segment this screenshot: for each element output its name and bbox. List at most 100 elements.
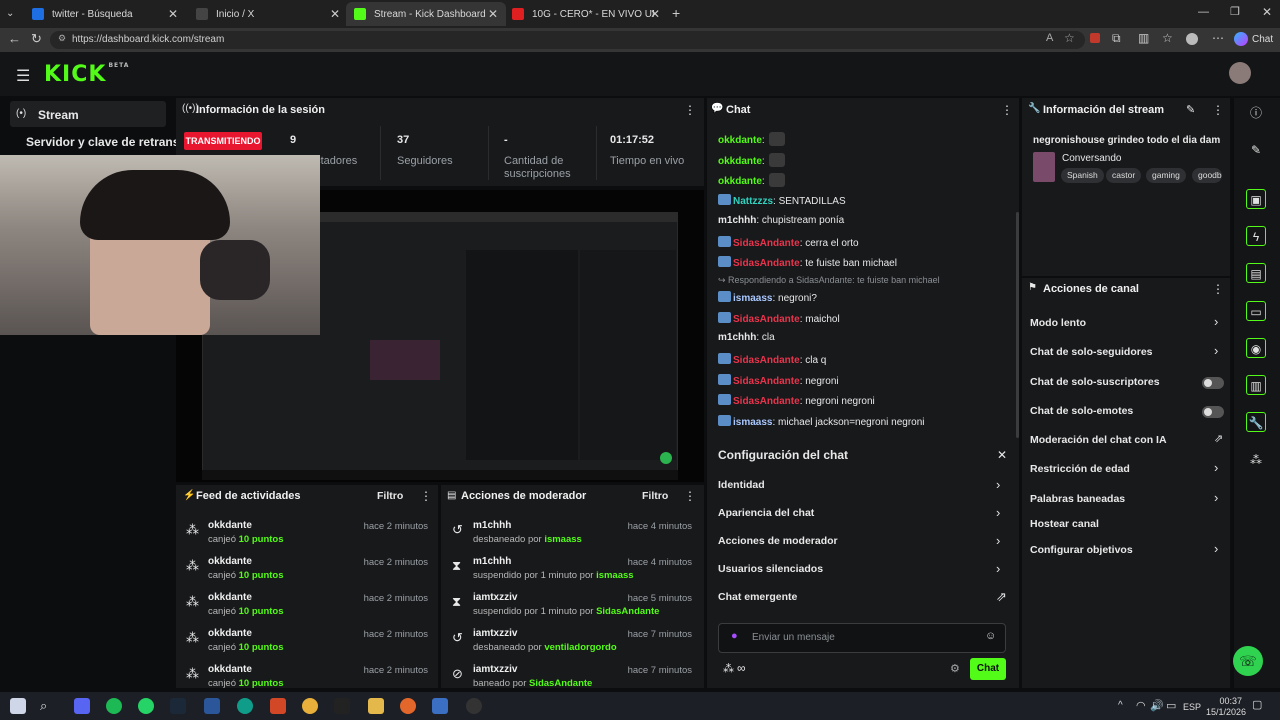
external-link-icon[interactable]: ⇗ <box>1214 432 1223 445</box>
taskbar-app-icon[interactable] <box>432 698 448 714</box>
mod-by-user[interactable]: SidasAndante <box>529 678 592 689</box>
mod-by-user[interactable]: ventiladorgordo <box>544 642 616 653</box>
chat-config-item[interactable]: Identidad <box>718 479 765 491</box>
chat-username[interactable]: Nattzzzs <box>733 196 773 207</box>
channel-actions-more-icon[interactable]: ⋮ <box>1212 282 1224 296</box>
search-icon[interactable]: ⌕ <box>40 698 47 714</box>
channel-action-6[interactable]: Palabras baneadas <box>1030 493 1125 505</box>
mod-target-user[interactable]: m1chhh <box>473 556 511 567</box>
session-more-icon[interactable]: ⋮ <box>684 103 696 117</box>
reload-icon[interactable]: ↻ <box>31 31 42 47</box>
powerpoint-icon[interactable] <box>270 698 286 714</box>
channel-action-2[interactable]: Chat de solo-suscriptores <box>1030 376 1160 388</box>
chat-config-item[interactable]: Usuarios silenciados <box>718 563 823 575</box>
chevron-right-icon[interactable]: › <box>1214 343 1218 358</box>
chat-username[interactable]: okkdante <box>718 156 762 167</box>
activity-filter-button[interactable]: Filtro <box>377 490 403 502</box>
chevron-right-icon[interactable]: › <box>1214 541 1218 556</box>
tab-x-home[interactable]: Inicio / X ✕ <box>188 2 348 26</box>
mod-by-user[interactable]: ismaass <box>544 534 582 545</box>
mod-more-icon[interactable]: ⋮ <box>684 489 696 503</box>
collections-icon[interactable]: ☆ <box>1162 31 1173 45</box>
channel-action-0[interactable]: Modo lento <box>1030 317 1086 329</box>
send-chat-button[interactable]: Chat <box>970 658 1006 680</box>
activity-user[interactable]: okkdante <box>208 520 252 531</box>
edge-icon[interactable] <box>237 698 253 714</box>
chat-username[interactable]: okkdante <box>718 176 762 187</box>
broadcast-rail-icon[interactable]: ◉ <box>1246 338 1266 358</box>
chevron-right-icon[interactable]: › <box>1214 460 1218 475</box>
new-tab-icon[interactable]: + <box>672 5 680 21</box>
channel-action-4[interactable]: Moderación del chat con IA <box>1030 434 1167 446</box>
tab-kick-dashboard[interactable]: Stream - Kick Dashboard ✕ <box>346 2 506 26</box>
mod-filter-button[interactable]: Filtro <box>642 490 668 502</box>
tab-list-chevron-icon[interactable]: ⌄ <box>6 8 14 19</box>
tray-chevron-icon[interactable]: ^ <box>1118 700 1123 711</box>
battery-icon[interactable]: ▭ <box>1166 699 1176 712</box>
favorite-star-icon[interactable]: ☆ <box>1064 31 1075 45</box>
close-tab-icon[interactable]: ✕ <box>650 7 660 21</box>
chevron-right-icon[interactable]: › <box>996 561 1000 576</box>
obs-icon[interactable] <box>466 698 482 714</box>
clock-time[interactable]: 00:37 <box>1206 696 1242 706</box>
external-link-icon[interactable]: ⇗ <box>996 589 1007 605</box>
sidebar-item-stream[interactable] <box>10 101 166 127</box>
support-chat-icon[interactable]: ☏ <box>1233 646 1263 676</box>
chat-username[interactable]: okkdante <box>718 135 762 146</box>
copilot-icon[interactable] <box>1234 32 1248 46</box>
profile-avatar[interactable] <box>1186 33 1198 45</box>
chat-config-item[interactable]: Apariencia del chat <box>718 507 814 519</box>
sidebar-stream-key-label[interactable]: Servidor y clave de retransmisión <box>26 135 176 149</box>
chat-config-item[interactable]: Acciones de moderador <box>718 535 838 547</box>
tab-twitter-search[interactable]: twitter - Búsqueda ✕ <box>24 2 186 26</box>
extension-icon[interactable] <box>1090 33 1100 43</box>
chat-config-item[interactable]: Chat emergente <box>718 591 797 603</box>
chevron-right-icon[interactable]: › <box>1214 314 1218 329</box>
mod-target-user[interactable]: iamtxzziv <box>473 592 517 603</box>
start-icon[interactable] <box>10 698 26 714</box>
close-window-icon[interactable]: ✕ <box>1262 5 1272 19</box>
info-icon[interactable]: ⓘ <box>1246 103 1266 123</box>
chat-rail-icon[interactable]: ▭ <box>1246 301 1266 321</box>
document-icon[interactable]: ▤ <box>1246 263 1266 283</box>
mod-by-user[interactable]: SidasAndante <box>596 606 659 617</box>
capcut-icon[interactable] <box>334 698 350 714</box>
back-icon[interactable]: ← <box>8 31 21 46</box>
firefox-icon[interactable] <box>400 698 416 714</box>
chat-username[interactable]: SidasAndante <box>733 396 800 407</box>
site-info-icon[interactable]: ⚙ <box>58 33 66 44</box>
chat-username[interactable]: SidasAndante <box>733 314 800 325</box>
chat-username[interactable]: m1chhh <box>718 332 756 343</box>
channel-action-8[interactable]: Configurar objetivos <box>1030 544 1133 556</box>
file-explorer-icon[interactable] <box>368 698 384 714</box>
chevron-right-icon[interactable]: › <box>996 505 1000 520</box>
read-aloud-icon[interactable]: A <box>1046 32 1053 44</box>
mic-icon[interactable]: ● <box>731 630 738 642</box>
chevron-right-icon[interactable]: › <box>996 477 1000 492</box>
close-tab-icon[interactable]: ✕ <box>488 7 498 21</box>
channel-action-3[interactable]: Chat de solo-emotes <box>1030 405 1133 417</box>
chat-scrollbar[interactable] <box>1016 212 1019 438</box>
spotify-icon[interactable] <box>106 698 122 714</box>
close-tab-icon[interactable]: ✕ <box>168 7 178 21</box>
chat-settings-icon[interactable]: ⚙ <box>950 662 960 675</box>
wifi-icon[interactable]: ◠ <box>1136 699 1146 712</box>
minimize-icon[interactable]: — <box>1198 6 1209 18</box>
more-menu-icon[interactable]: ⋯ <box>1212 31 1224 45</box>
chat-username[interactable]: ismaass <box>733 417 772 428</box>
tab-youtube[interactable]: 10G - CERO* - EN VIVO UNICLUB✕ <box>504 2 668 26</box>
copilot-chat-label[interactable]: Chat <box>1252 34 1273 45</box>
bolt-icon[interactable]: ϟ <box>1246 226 1266 246</box>
toggle-switch[interactable] <box>1202 406 1224 418</box>
infinity-icon[interactable]: ∞ <box>737 661 746 675</box>
activity-user[interactable]: okkdante <box>208 628 252 639</box>
chevron-right-icon[interactable]: › <box>996 533 1000 548</box>
chat-username[interactable]: m1chhh <box>718 215 756 226</box>
activity-more-icon[interactable]: ⋮ <box>420 489 432 503</box>
url-field[interactable]: https://dashboard.kick.com/stream <box>50 31 1085 49</box>
channel-action-1[interactable]: Chat de solo-seguidores <box>1030 346 1153 358</box>
emoji-icon[interactable]: ☺ <box>985 630 996 642</box>
plus-rail-icon[interactable]: ⁂ <box>1246 450 1266 470</box>
close-config-icon[interactable]: ✕ <box>997 448 1007 462</box>
whatsapp-icon[interactable] <box>138 698 154 714</box>
